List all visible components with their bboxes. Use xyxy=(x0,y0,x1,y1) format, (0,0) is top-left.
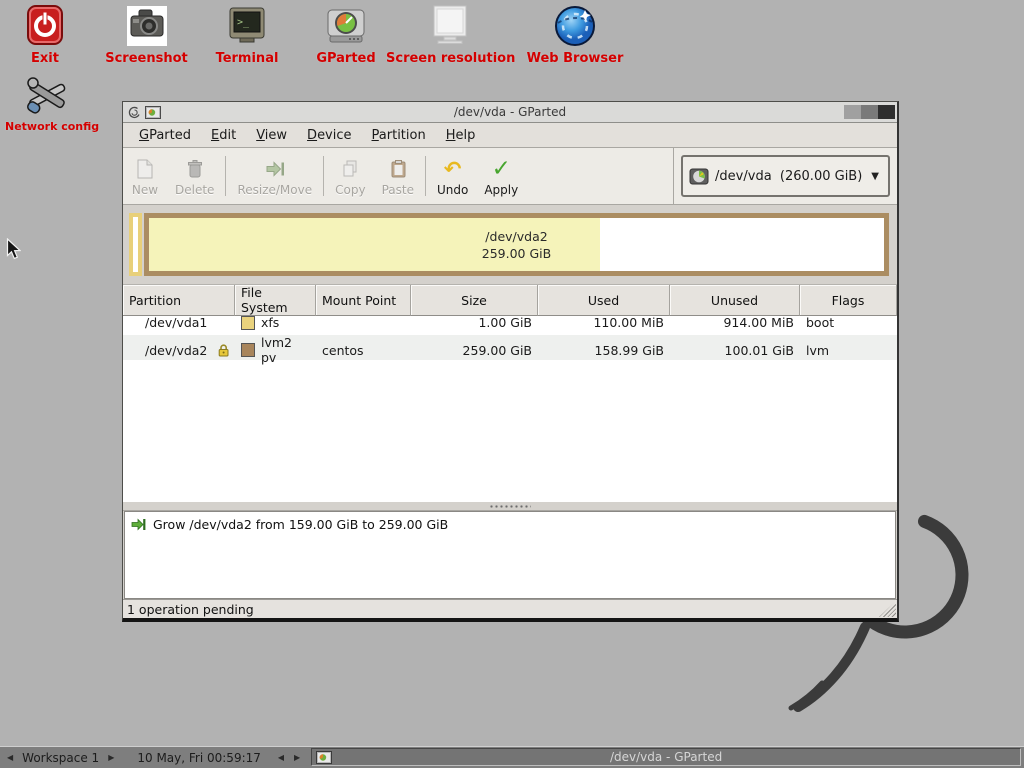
menu-partition[interactable]: Partition xyxy=(362,125,436,146)
table-header-row: Partition File System Mount Point Size U… xyxy=(123,285,897,310)
undo-button[interactable]: ↶ Undo xyxy=(429,148,476,204)
lock-icon xyxy=(218,343,229,357)
device-selector-value: /dev/vda (260.00 GiB) xyxy=(715,169,862,184)
camera-icon xyxy=(125,4,169,48)
window-title: /dev/vda - GParted xyxy=(123,105,897,119)
grow-operation-icon xyxy=(131,518,146,531)
chevron-down-icon[interactable]: ▼ xyxy=(866,171,884,182)
clipboard-icon xyxy=(387,158,409,180)
undo-icon: ↶ xyxy=(444,159,462,180)
desktop-icon-network-config[interactable]: Network config xyxy=(5,72,89,133)
desktop-icon-label: Screenshot xyxy=(99,51,194,66)
apply-button[interactable]: ✓ Apply xyxy=(476,148,526,204)
partition-table: Partition File System Mount Point Size U… xyxy=(123,285,897,502)
menu-device[interactable]: Device xyxy=(297,125,361,146)
resize-arrow-icon xyxy=(263,158,287,180)
task-button-gparted[interactable]: /dev/vda - GParted xyxy=(311,748,1021,766)
task-button-title: /dev/vda - GParted xyxy=(312,750,1020,764)
taskbar: ◀ Workspace 1 ▶ 10 May, Fri 00:59:17 ◀ ▶… xyxy=(0,746,1024,768)
partition-block-label: /dev/vda2 259.00 GiB xyxy=(149,228,884,262)
operation-text: Grow /dev/vda2 from 159.00 GiB to 259.00… xyxy=(153,517,448,532)
device-disk-icon xyxy=(689,168,709,185)
workspace-prev-icon[interactable]: ◀ xyxy=(2,751,18,764)
globe-icon xyxy=(552,3,598,49)
desktop-icon-screen-resolution[interactable]: Screen resolution xyxy=(386,3,514,66)
partition-block-vda2[interactable]: /dev/vda2 259.00 GiB xyxy=(144,213,889,276)
menu-edit[interactable]: Edit xyxy=(201,125,246,146)
toolbar-separator xyxy=(225,156,226,196)
desktop-icon-label: GParted xyxy=(309,51,383,66)
copy-button[interactable]: Copy xyxy=(327,148,373,204)
delete-button[interactable]: Delete xyxy=(167,148,222,204)
table-row-vda2[interactable]: /dev/vda2 lvm2 pv centos 259.00 GiB 158.… xyxy=(123,335,897,360)
desktop-icon-label: Exit xyxy=(13,51,77,66)
minimize-button[interactable] xyxy=(844,105,861,119)
menu-bar: GParted Edit View Device Partition Help xyxy=(123,123,897,148)
window-titlebar[interactable]: /dev/vda - GParted xyxy=(123,102,897,123)
fs-color-swatch xyxy=(241,343,255,357)
toolbar-separator xyxy=(425,156,426,196)
gparted-app-icon xyxy=(316,751,332,764)
desktop-icon-label: Web Browser xyxy=(506,51,644,66)
paste-button[interactable]: Paste xyxy=(374,148,422,204)
status-text: 1 operation pending xyxy=(127,602,254,617)
status-bar: 1 operation pending xyxy=(123,599,897,618)
table-row-vda1[interactable]: /dev/vda1 xfs 1.00 GiB 110.00 MiB 914.00… xyxy=(123,310,897,335)
desktop-icon-web-browser[interactable]: Web Browser xyxy=(506,3,644,66)
window-menu-swirl-icon[interactable] xyxy=(128,106,141,119)
gparted-window: /dev/vda - GParted GParted Edit View Dev… xyxy=(122,101,899,622)
menu-gparted[interactable]: GParted xyxy=(129,125,201,146)
tools-icon xyxy=(24,72,70,118)
taskbar-clock: 10 May, Fri 00:59:17 xyxy=(133,751,265,765)
desktop-icon-screenshot[interactable]: Screenshot xyxy=(99,3,194,66)
desktop-icon-label: Network config xyxy=(5,120,89,133)
svg-text:>_: >_ xyxy=(237,17,250,28)
workspace-label: Workspace 1 xyxy=(18,751,103,765)
maximize-button[interactable] xyxy=(861,105,878,119)
partition-block-vda1[interactable] xyxy=(129,213,142,276)
gparted-app-icon xyxy=(145,106,161,119)
monitor-icon xyxy=(426,4,474,48)
toolbar-separator xyxy=(323,156,324,196)
desktop-icon-terminal[interactable]: >_ Terminal xyxy=(203,3,291,66)
resize-grip[interactable] xyxy=(879,601,896,617)
fs-color-swatch xyxy=(241,316,255,330)
tasklist-prev-icon[interactable]: ◀ xyxy=(273,751,289,764)
desktop-icon-gparted[interactable]: GParted xyxy=(309,3,383,66)
splitter-handle-dots xyxy=(489,505,531,508)
apply-check-icon: ✓ xyxy=(492,158,511,181)
mouse-cursor xyxy=(6,238,21,261)
disk-gauge-icon xyxy=(324,4,368,48)
tasklist-next-icon[interactable]: ▶ xyxy=(289,751,305,764)
resize-move-button[interactable]: Resize/Move xyxy=(229,148,320,204)
pane-splitter[interactable] xyxy=(123,502,897,511)
new-document-icon xyxy=(134,158,156,180)
partition-visual-area: /dev/vda2 259.00 GiB xyxy=(123,205,897,285)
workspace-next-icon[interactable]: ▶ xyxy=(103,751,119,764)
menu-help[interactable]: Help xyxy=(436,125,486,146)
desktop-icon-exit[interactable]: Exit xyxy=(13,3,77,66)
desktop-icon-label: Terminal xyxy=(203,51,291,66)
operation-item: Grow /dev/vda2 from 159.00 GiB to 259.00… xyxy=(131,517,889,532)
copy-icon xyxy=(339,158,361,180)
close-button[interactable] xyxy=(878,105,895,119)
device-selector[interactable]: /dev/vda (260.00 GiB) ▼ xyxy=(681,155,890,197)
terminal-icon: >_ xyxy=(226,5,268,47)
toolbar: New Delete Resize/Move Copy xyxy=(123,148,897,205)
trash-icon xyxy=(184,158,206,180)
desktop-icon-label: Screen resolution xyxy=(386,51,514,66)
power-icon xyxy=(25,4,65,48)
new-button[interactable]: New xyxy=(123,148,167,204)
pending-operations-pane: Grow /dev/vda2 from 159.00 GiB to 259.00… xyxy=(124,511,896,599)
menu-view[interactable]: View xyxy=(246,125,297,146)
